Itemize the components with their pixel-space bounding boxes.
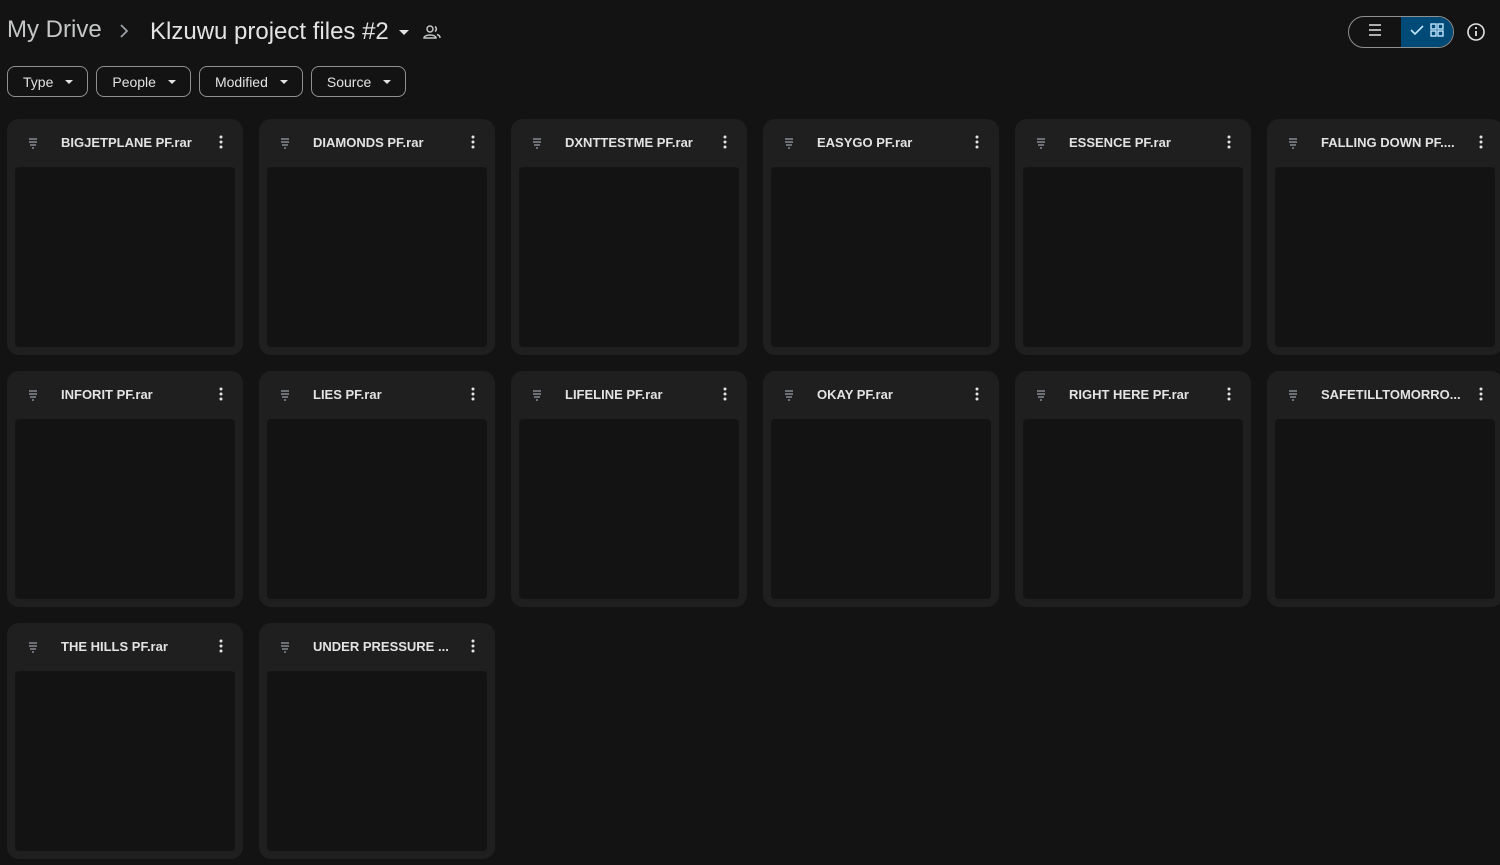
file-thumbnail[interactable] [1275, 419, 1495, 599]
more-vert-icon[interactable] [465, 133, 481, 151]
check-icon [1410, 23, 1424, 41]
file-name: FALLING DOWN PF.... [1321, 135, 1455, 150]
archive-file-icon [279, 388, 291, 401]
file-thumbnail[interactable] [267, 167, 487, 347]
archive-file-icon [27, 640, 39, 653]
file-name: LIFELINE PF.rar [565, 387, 663, 402]
file-name: DIAMONDS PF.rar [313, 135, 424, 150]
info-icon[interactable] [1464, 20, 1488, 44]
more-vert-icon[interactable] [717, 385, 733, 403]
archive-file-icon [1035, 136, 1047, 149]
file-name: THE HILLS PF.rar [61, 639, 168, 654]
more-vert-icon[interactable] [1221, 133, 1237, 151]
file-grid: BIGJETPLANE PF.rar DIAMONDS PF.rar DXNTTES… [7, 119, 1500, 859]
file-thumbnail[interactable] [1023, 419, 1243, 599]
breadcrumb-current-folder[interactable]: Klzuwu project files #2 [150, 14, 409, 50]
more-vert-icon[interactable] [213, 133, 229, 151]
more-vert-icon[interactable] [465, 385, 481, 403]
archive-file-icon [279, 136, 291, 149]
file-thumbnail[interactable] [267, 419, 487, 599]
archive-file-icon [783, 136, 795, 149]
more-vert-icon[interactable] [717, 133, 733, 151]
header: My Drive Klzuwu project files #2 [0, 0, 1500, 62]
caret-down-icon [279, 79, 288, 84]
file-name: OKAY PF.rar [817, 387, 893, 402]
file-card[interactable]: DIAMONDS PF.rar [259, 119, 495, 355]
view-toggle [1348, 16, 1454, 48]
filter-label: Modified [214, 73, 268, 90]
caret-down-icon [65, 79, 74, 84]
file-card[interactable]: SAFETILLTOMORRO... [1267, 371, 1500, 607]
breadcrumb-my-drive[interactable]: My Drive [7, 16, 102, 44]
more-vert-icon[interactable] [213, 385, 229, 403]
file-card[interactable]: BIGJETPLANE PF.rar [7, 119, 243, 355]
file-name: BIGJETPLANE PF.rar [61, 135, 192, 150]
grid-view-button[interactable] [1401, 17, 1453, 47]
file-thumbnail[interactable] [771, 419, 991, 599]
file-thumbnail[interactable] [519, 419, 739, 599]
list-view-button[interactable] [1349, 17, 1401, 47]
list-view-icon [1367, 23, 1383, 42]
more-vert-icon[interactable] [969, 385, 985, 403]
file-card[interactable]: EASYGO PF.rar [763, 119, 999, 355]
archive-file-icon [531, 136, 543, 149]
file-name: RIGHT HERE PF.rar [1069, 387, 1189, 402]
filter-label: Type [23, 73, 54, 90]
filter-people-chip[interactable]: People [96, 66, 191, 97]
file-card[interactable]: OKAY PF.rar [763, 371, 999, 607]
file-card[interactable]: THE HILLS PF.rar [7, 623, 243, 859]
file-card[interactable]: ESSENCE PF.rar [1015, 119, 1251, 355]
archive-file-icon [1287, 388, 1299, 401]
archive-file-icon [783, 388, 795, 401]
file-thumbnail[interactable] [519, 167, 739, 347]
more-vert-icon[interactable] [1473, 133, 1489, 151]
people-icon[interactable] [422, 22, 442, 42]
more-vert-icon[interactable] [969, 133, 985, 151]
file-thumbnail[interactable] [15, 167, 235, 347]
file-thumbnail[interactable] [15, 419, 235, 599]
file-name: EASYGO PF.rar [817, 135, 913, 150]
archive-file-icon [1287, 136, 1299, 149]
file-card[interactable]: RIGHT HERE PF.rar [1015, 371, 1251, 607]
file-card[interactable]: INFORIT PF.rar [7, 371, 243, 607]
file-thumbnail[interactable] [267, 671, 487, 851]
archive-file-icon [1035, 388, 1047, 401]
file-name: INFORIT PF.rar [61, 387, 153, 402]
caret-down-icon [383, 79, 392, 84]
filter-bar: Type People Modified Source [7, 66, 407, 97]
archive-file-icon [27, 136, 39, 149]
file-name: LIES PF.rar [313, 387, 382, 402]
file-thumbnail[interactable] [1275, 167, 1495, 347]
more-vert-icon[interactable] [465, 637, 481, 655]
folder-title: Klzuwu project files #2 [150, 18, 389, 45]
chevron-right-icon [116, 21, 132, 41]
file-thumbnail[interactable] [771, 167, 991, 347]
file-thumbnail[interactable] [1023, 167, 1243, 347]
file-card[interactable]: LIES PF.rar [259, 371, 495, 607]
filter-label: People [112, 73, 156, 90]
file-name: UNDER PRESSURE ... [313, 639, 449, 654]
grid-view-icon [1430, 22, 1444, 42]
file-name: ESSENCE PF.rar [1069, 135, 1171, 150]
file-name: SAFETILLTOMORRO... [1321, 387, 1461, 402]
archive-file-icon [531, 388, 543, 401]
archive-file-icon [27, 388, 39, 401]
archive-file-icon [279, 640, 291, 653]
caret-down-icon [167, 79, 176, 84]
more-vert-icon[interactable] [1221, 385, 1237, 403]
more-vert-icon[interactable] [213, 637, 229, 655]
filter-modified-chip[interactable]: Modified [198, 66, 303, 97]
caret-down-icon [398, 29, 409, 35]
filter-source-chip[interactable]: Source [310, 66, 407, 97]
file-card[interactable]: LIFELINE PF.rar [511, 371, 747, 607]
file-name: DXNTTESTME PF.rar [565, 135, 693, 150]
file-thumbnail[interactable] [15, 671, 235, 851]
file-card[interactable]: UNDER PRESSURE ... [259, 623, 495, 859]
filter-label: Source [326, 73, 372, 90]
file-card[interactable]: FALLING DOWN PF.... [1267, 119, 1500, 355]
filter-type-chip[interactable]: Type [7, 66, 89, 97]
file-card[interactable]: DXNTTESTME PF.rar [511, 119, 747, 355]
more-vert-icon[interactable] [1473, 385, 1489, 403]
